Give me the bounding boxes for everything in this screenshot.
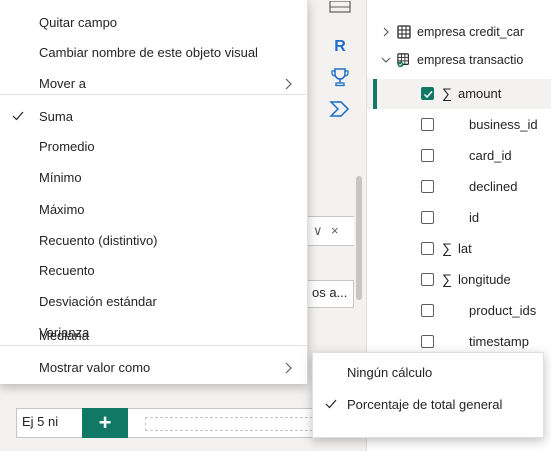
check-icon <box>423 90 433 99</box>
menu-item-average[interactable]: Promedio <box>0 132 308 162</box>
field-row-declined[interactable]: declined <box>367 172 551 202</box>
context-menu: Quitar campo Cambiar nombre de este objet… <box>0 0 308 384</box>
close-icon[interactable]: × <box>331 223 339 238</box>
field-checkbox[interactable] <box>421 87 434 100</box>
field-checkbox[interactable] <box>421 273 434 286</box>
trophy-icon[interactable] <box>326 64 354 90</box>
sigma-icon: ∑ <box>442 271 452 287</box>
field-checkbox[interactable] <box>421 242 434 255</box>
chevron-down-icon[interactable] <box>381 55 391 65</box>
r-visual-icon[interactable]: R <box>326 34 354 60</box>
chevron-right-icon[interactable] <box>381 27 391 37</box>
field-label: longitude <box>458 272 511 287</box>
table-icon <box>397 25 411 39</box>
chevron-right-icon <box>285 362 292 374</box>
submenu-item-label: Porcentaje de total general <box>347 397 503 412</box>
visual-table-icon[interactable] <box>326 0 354 14</box>
submenu-item-percent-of-grand-total[interactable]: Porcentaje de total general <box>313 390 545 420</box>
bottom-field-label: Ej 5 ni <box>22 414 59 429</box>
check-icon <box>12 111 24 121</box>
menu-item-label: Recuento (distintivo) <box>39 233 158 248</box>
field-label: timestamp <box>469 334 529 349</box>
menu-item-label: Mostrar valor como <box>39 360 151 375</box>
menu-item-count[interactable]: Recuento <box>0 256 308 286</box>
table-row-credit-card[interactable]: empresa credit_car <box>367 21 551 43</box>
field-checkbox[interactable] <box>421 211 434 224</box>
table-icon <box>397 53 409 67</box>
field-row-product-ids[interactable]: product_ids <box>367 296 551 326</box>
menu-item-label: Mínimo <box>39 170 82 185</box>
menu-divider <box>0 345 308 346</box>
field-checkbox[interactable] <box>421 304 434 317</box>
truncated-field-text: os a... <box>312 285 348 300</box>
add-button[interactable]: + <box>82 408 128 438</box>
field-checkbox[interactable] <box>421 180 434 193</box>
field-well-bottom[interactable] <box>16 408 316 438</box>
field-label: declined <box>469 179 518 194</box>
selection-indicator <box>373 79 377 109</box>
field-label: card_id <box>469 148 512 163</box>
table-label: empresa credit_car <box>417 25 524 39</box>
visual-icons-column: R <box>318 0 364 140</box>
menu-item-maximum[interactable]: Máximo <box>0 195 308 225</box>
field-row-id[interactable]: id <box>367 203 551 233</box>
field-checkbox[interactable] <box>421 149 434 162</box>
field-row-amount[interactable]: ∑ amount <box>367 79 551 109</box>
submenu-item-no-calculation[interactable]: Ningún cálculo <box>313 358 545 388</box>
menu-item-label: Cambiar nombre de este objeto visual <box>39 45 258 60</box>
table-label: empresa transactio <box>417 53 524 67</box>
menu-item-minimum[interactable]: Mínimo <box>0 163 308 193</box>
field-label: product_ids <box>469 303 537 318</box>
menu-item-label: Mediana <box>39 328 89 343</box>
smart-narrative-icon[interactable] <box>326 96 354 122</box>
sigma-icon: ∑ <box>442 85 452 101</box>
menu-item-label: Recuento <box>39 263 95 278</box>
show-value-as-submenu: Ningún cálculo Porcentaje de total gener… <box>312 352 544 438</box>
table-row-transactions[interactable]: empresa transactio <box>367 49 551 71</box>
field-well-box[interactable]: ∨ × <box>306 216 354 246</box>
menu-item-std-dev[interactable]: Desviación estándar <box>0 287 308 317</box>
menu-item-show-value-as[interactable]: Mostrar valor como <box>0 353 308 383</box>
menu-item-remove-field[interactable]: Quitar campo <box>0 8 308 38</box>
field-row-business-id[interactable]: business_id <box>367 110 551 140</box>
menu-item-sum[interactable]: Suma <box>0 102 308 132</box>
field-label: amount <box>458 86 502 101</box>
menu-item-median[interactable]: Mediana <box>0 321 308 351</box>
field-row-lat[interactable]: ∑ lat <box>367 234 551 264</box>
menu-item-label: Mover a <box>39 76 86 91</box>
field-row-longitude[interactable]: ∑ longitude <box>367 265 551 295</box>
sigma-icon: ∑ <box>442 240 452 256</box>
menu-divider <box>0 94 308 95</box>
drop-zone[interactable] <box>145 417 313 431</box>
menu-item-label: Desviación estándar <box>39 294 157 309</box>
menu-item-label: Suma <box>39 109 73 124</box>
chevron-down-icon[interactable]: ∨ <box>313 223 323 239</box>
chevron-right-icon <box>285 78 292 90</box>
menu-item-label: Máximo <box>39 202 85 217</box>
field-label: business_id <box>469 117 538 132</box>
menu-item-label: Quitar campo <box>39 15 118 30</box>
menu-item-rename-visual[interactable]: Cambiar nombre de este objeto visual <box>0 38 308 68</box>
check-icon <box>325 399 337 409</box>
field-checkbox[interactable] <box>421 118 434 131</box>
pane-scrollbar[interactable] <box>356 176 362 300</box>
menu-item-count-distinct[interactable]: Recuento (distintivo) <box>0 226 308 256</box>
menu-item-label: Promedio <box>39 139 95 154</box>
submenu-item-label: Ningún cálculo <box>347 365 433 380</box>
field-label: id <box>469 210 480 225</box>
field-label: lat <box>458 241 472 256</box>
field-row-card-id[interactable]: card_id <box>367 141 551 171</box>
field-checkbox[interactable] <box>421 335 434 348</box>
